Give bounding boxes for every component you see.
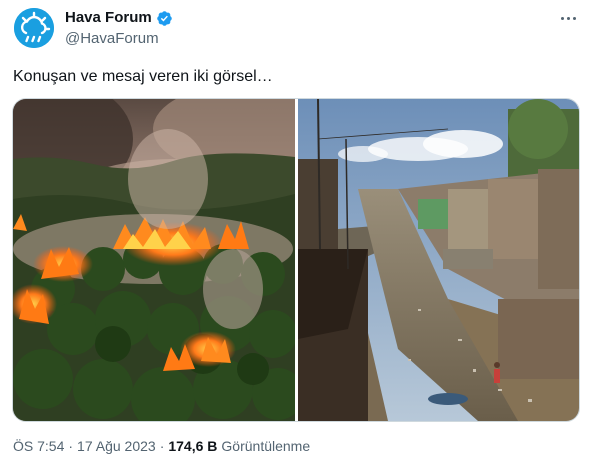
verified-badge-icon xyxy=(156,10,173,27)
author-handle[interactable]: @HavaForum xyxy=(65,29,159,49)
more-dot xyxy=(572,16,576,20)
views-label: Görüntülenme xyxy=(221,438,311,454)
weather-cloud-sun-icon xyxy=(14,8,54,48)
author-name-row: Hava Forum xyxy=(65,8,173,28)
flooded-slum-photo[interactable] xyxy=(298,99,579,421)
more-options-button[interactable] xyxy=(556,9,580,27)
tweet-meta: ÖS 7:54 · 17 Ağu 2023 · 174,6 B Görüntül… xyxy=(13,436,310,456)
meta-separator: · xyxy=(159,438,165,454)
avatar[interactable] xyxy=(14,8,54,48)
tweet-date[interactable]: 17 Ağu 2023 xyxy=(77,436,156,456)
display-name[interactable]: Hava Forum xyxy=(65,8,152,28)
tweet-text: Konuşan ve mesaj veren iki görsel… xyxy=(13,68,273,85)
meta-separator: · xyxy=(68,438,74,454)
more-dot xyxy=(566,16,570,20)
more-horizontal-icon xyxy=(560,16,564,20)
tweet: Hava Forum @HavaForum Konuşan ve mesaj v… xyxy=(0,0,590,476)
media-grid xyxy=(12,98,580,422)
tweet-time[interactable]: ÖS 7:54 xyxy=(13,436,64,456)
forest-fire-photo[interactable] xyxy=(13,99,295,421)
views-count: 174,6 B xyxy=(168,438,218,454)
